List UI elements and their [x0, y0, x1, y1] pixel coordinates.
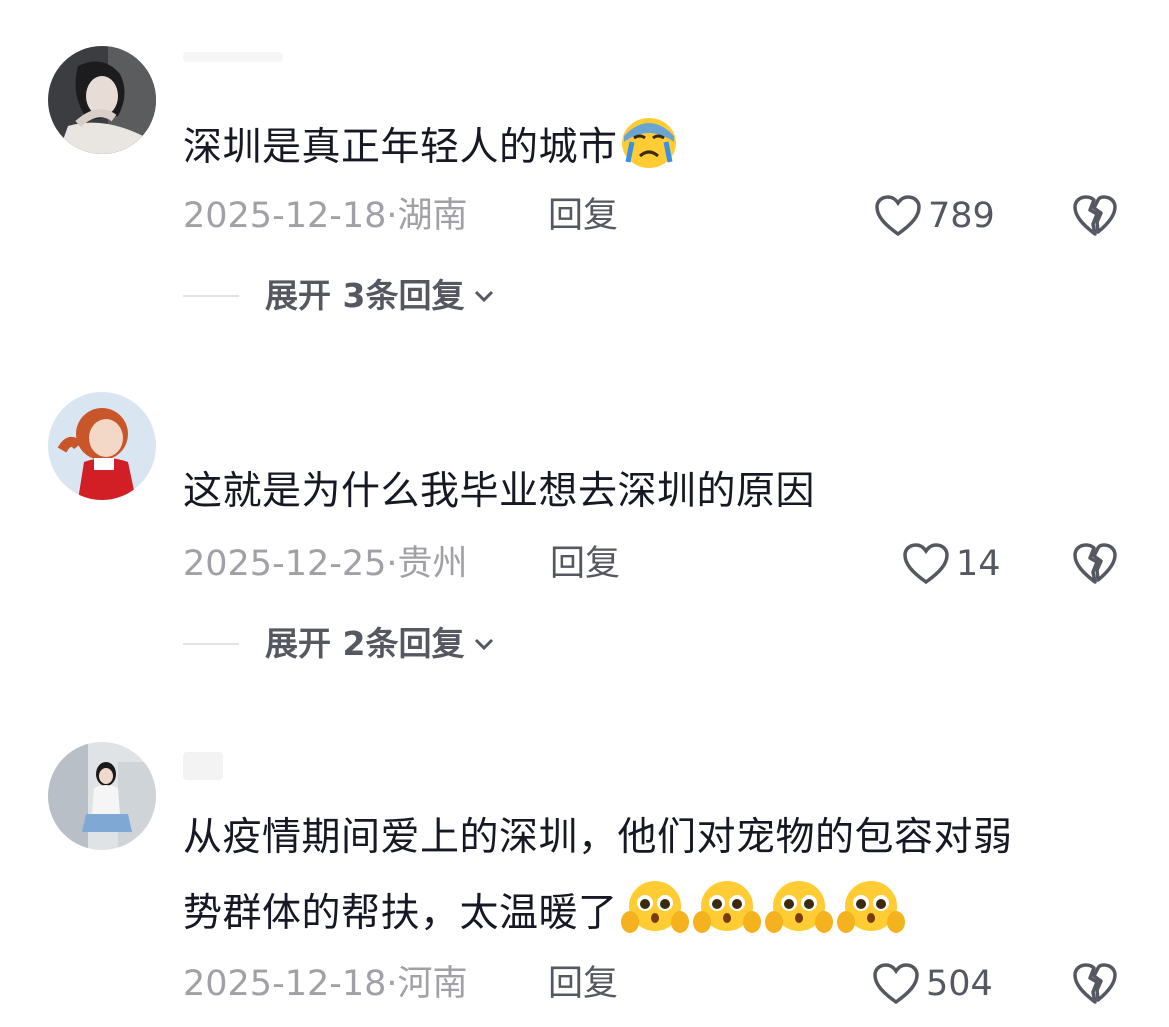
comment-meta: 2025-12-25·贵州 — [183, 542, 468, 586]
comment-location: 贵州 — [397, 544, 468, 584]
avatar[interactable] — [48, 46, 156, 154]
heart-outline-icon — [875, 195, 921, 237]
expand-divider — [183, 295, 239, 297]
expand-replies-label: 展开 3条回复 — [265, 276, 465, 315]
comment-text: 深圳是真正年轻人的城市 — [183, 116, 1113, 188]
pleading-face-emoji-icon — [692, 878, 762, 954]
comment-text: 这就是为什么我毕业想去深圳的原因 — [183, 469, 816, 514]
crying-face-emoji-icon — [620, 116, 678, 188]
like-button[interactable]: 14 — [902, 542, 1001, 586]
expand-divider — [183, 643, 239, 645]
expand-replies-button[interactable]: 展开 3条回复 — [183, 274, 496, 318]
like-count: 14 — [956, 544, 1001, 584]
like-button[interactable]: 789 — [874, 194, 995, 238]
broken-heart-icon — [1073, 543, 1117, 584]
expand-replies-label: 展开 2条回复 — [265, 624, 465, 663]
comment-location: 湖南 — [397, 196, 468, 236]
reply-button[interactable]: 回复 — [550, 542, 620, 586]
like-button[interactable]: 504 — [872, 962, 993, 1006]
avatar[interactable] — [48, 392, 156, 500]
pleading-face-emoji-icon — [620, 878, 690, 954]
comment-date: 2025-12-18· — [183, 196, 398, 236]
pleading-face-emoji-icon — [764, 878, 834, 954]
expand-replies-button[interactable]: 展开 2条回复 — [183, 622, 496, 666]
comment-meta: 2025-12-18·湖南 — [183, 194, 468, 238]
dislike-button[interactable] — [1072, 194, 1118, 242]
heart-outline-icon — [873, 963, 919, 1005]
like-count: 504 — [926, 964, 993, 1004]
broken-heart-icon — [1073, 195, 1117, 236]
reply-button[interactable]: 回复 — [548, 962, 618, 1006]
pleading-face-emoji-icon — [836, 878, 906, 954]
broken-heart-icon — [1073, 963, 1117, 1004]
dislike-button[interactable] — [1072, 542, 1118, 590]
chevron-down-icon — [475, 638, 494, 651]
username-placeholder — [183, 752, 223, 780]
comment-date: 2025-12-18· — [183, 964, 398, 1004]
comment-text: 从疫情期间爱上的深圳，他们对宠物的包容对弱 势群体的帮扶，太温暖了 — [183, 808, 1113, 954]
avatar[interactable] — [48, 742, 156, 850]
reply-button[interactable]: 回复 — [548, 194, 618, 238]
dislike-button[interactable] — [1072, 962, 1118, 1010]
comment-date: 2025-12-25· — [183, 544, 398, 584]
username-placeholder — [183, 52, 283, 62]
like-count: 789 — [928, 196, 995, 236]
heart-outline-icon — [903, 543, 949, 585]
chevron-down-icon — [475, 290, 494, 303]
comment-meta: 2025-12-18·河南 — [183, 962, 468, 1006]
comment-location: 河南 — [397, 964, 468, 1004]
